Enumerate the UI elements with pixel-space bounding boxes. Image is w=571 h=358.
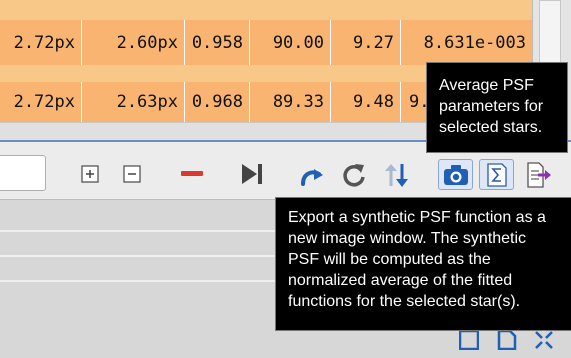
table-cell: 2.72px bbox=[0, 20, 82, 65]
table-cell: 0.968 bbox=[185, 82, 250, 122]
plus-box-icon bbox=[81, 165, 99, 183]
tooltip-line: parameters for bbox=[439, 98, 544, 115]
collapse-all-button[interactable] bbox=[122, 164, 142, 184]
tooltip-line: PSF will be computed as the bbox=[288, 251, 491, 268]
table-row[interactable]: 2.72px 2.60px 0.958 90.00 9.27 8.631e-00… bbox=[0, 20, 532, 65]
expand-all-button[interactable] bbox=[80, 164, 100, 184]
tooltip-line: Export a synthetic PSF function as a bbox=[288, 209, 546, 226]
minus-box-icon bbox=[123, 165, 141, 183]
export-table-button[interactable] bbox=[523, 161, 555, 189]
tooltip-line: normalized average of the fitted bbox=[288, 272, 513, 289]
tooltip-line: Average PSF bbox=[439, 77, 534, 94]
table-cell: 2.63px bbox=[82, 82, 185, 122]
collapse-view-button[interactable] bbox=[533, 329, 555, 351]
psf-window: 2.72px 2.60px 0.958 90.00 9.27 8.631e-00… bbox=[0, 0, 571, 358]
camera-icon bbox=[443, 164, 468, 185]
delete-button[interactable] bbox=[180, 166, 204, 182]
document-icon bbox=[497, 330, 517, 350]
export-synthetic-psf-button[interactable] bbox=[438, 159, 473, 190]
table-cell: 9.27 bbox=[331, 20, 401, 65]
average-psf-button[interactable] bbox=[479, 159, 514, 190]
red-minus-icon bbox=[181, 171, 203, 176]
table-cell: 2.72px bbox=[0, 82, 82, 122]
table-cell: 2.60px bbox=[82, 20, 185, 65]
export-psf-tooltip: Export a synthetic PSF function as a new… bbox=[275, 197, 571, 331]
circular-refresh-icon bbox=[343, 164, 365, 187]
new-document-button[interactable] bbox=[496, 329, 518, 351]
recalculate-button[interactable] bbox=[340, 161, 368, 189]
table-row-partial[interactable] bbox=[0, 0, 532, 20]
table-cell: 0.958 bbox=[185, 20, 250, 65]
go-to-end-button[interactable] bbox=[239, 162, 265, 186]
sort-button[interactable] bbox=[382, 161, 412, 189]
table-cell: 89.33 bbox=[250, 82, 331, 122]
tooltip-line: functions for the selected star(s). bbox=[288, 293, 521, 310]
table-cell: 90.00 bbox=[250, 20, 331, 65]
bottom-toolbar bbox=[458, 327, 571, 358]
redo-arrow-icon bbox=[301, 169, 323, 186]
sigma-icon bbox=[486, 162, 507, 187]
table-cell: 8.631e-003 bbox=[423, 32, 526, 53]
redo-button[interactable] bbox=[298, 163, 326, 187]
average-psf-tooltip: Average PSF parameters for selected star… bbox=[426, 62, 568, 153]
view-mode-button[interactable] bbox=[458, 329, 480, 351]
tooltip-line: new image window. The synthetic bbox=[288, 230, 527, 247]
table-cell: 9.48 bbox=[331, 82, 401, 122]
sort-arrows-icon bbox=[385, 164, 408, 187]
tooltip-line: selected stars. bbox=[439, 119, 543, 136]
skip-end-icon bbox=[242, 164, 262, 184]
filter-input[interactable] bbox=[0, 155, 46, 191]
document-export-icon bbox=[527, 162, 551, 188]
window-icon bbox=[459, 330, 479, 350]
compress-arrows-icon bbox=[535, 331, 553, 349]
